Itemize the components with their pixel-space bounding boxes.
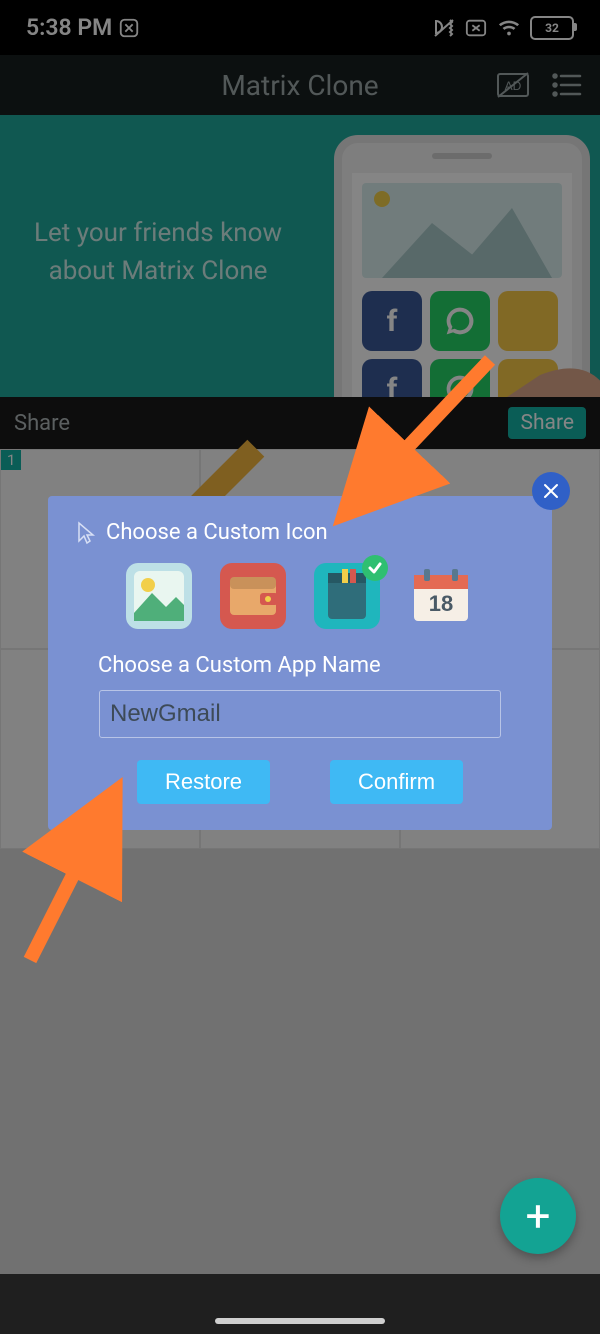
icon-option-gallery[interactable] (126, 563, 192, 629)
screen: 5:38 PM 32 Matrix Clone AD Let your frie… (0, 0, 600, 1334)
confirm-button[interactable]: Confirm (330, 760, 463, 804)
restore-button[interactable]: Restore (137, 760, 270, 804)
app-name-input[interactable] (99, 690, 501, 738)
icon-option-calendar[interactable]: 18 (408, 563, 474, 629)
plus-icon: + (526, 1190, 551, 1242)
home-indicator[interactable] (215, 1318, 385, 1324)
close-button[interactable] (532, 472, 570, 510)
icon-option-notebook[interactable] (314, 563, 380, 629)
selected-check-icon (362, 555, 388, 581)
add-fab[interactable]: + (500, 1178, 576, 1254)
custom-icon-dialog: Choose a Custom Icon 18 Choose (48, 496, 552, 830)
icon-choices: 18 (76, 563, 524, 629)
svg-text:18: 18 (429, 591, 453, 616)
dialog-subtitle: Choose a Custom App Name (76, 653, 524, 678)
icon-option-wallet[interactable] (220, 563, 286, 629)
cursor-icon (76, 521, 96, 545)
dialog-title: Choose a Custom Icon (76, 520, 524, 545)
